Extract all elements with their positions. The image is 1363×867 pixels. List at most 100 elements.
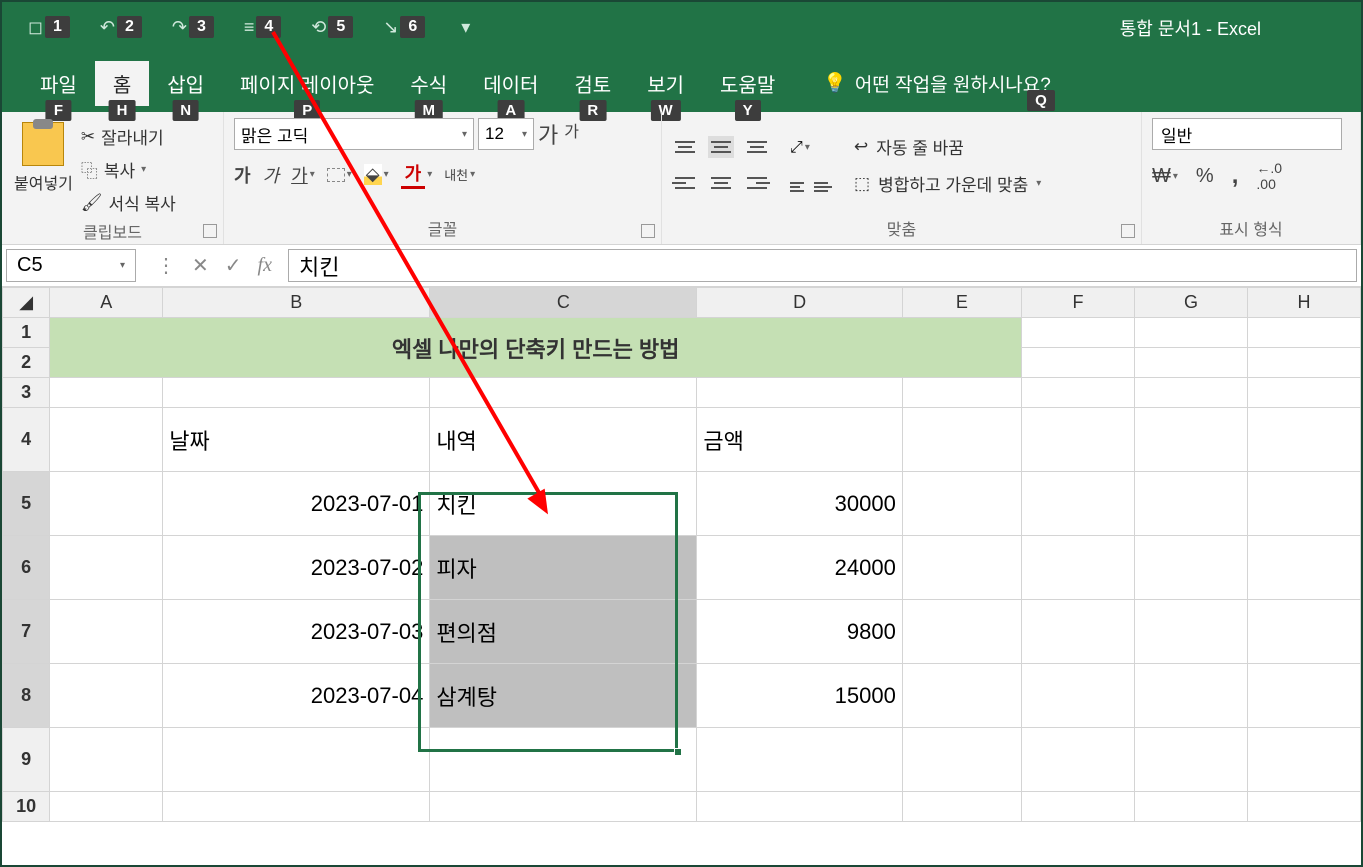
cell-b4[interactable]: 날짜 bbox=[163, 408, 430, 472]
font-name-select[interactable]: 맑은 고딕▾ bbox=[234, 118, 474, 150]
accounting-format-button[interactable]: ₩▾ bbox=[1152, 165, 1178, 188]
cell-b5[interactable]: 2023-07-01 bbox=[163, 472, 430, 536]
cell[interactable] bbox=[697, 792, 902, 822]
col-header-h[interactable]: H bbox=[1247, 288, 1360, 318]
bold-button[interactable]: 가 bbox=[234, 162, 251, 188]
cell-b6[interactable]: 2023-07-02 bbox=[163, 536, 430, 600]
align-middle-button[interactable] bbox=[708, 136, 734, 158]
cell[interactable] bbox=[902, 472, 1021, 536]
row-header-9[interactable]: 9 bbox=[3, 728, 50, 792]
cell[interactable] bbox=[902, 792, 1021, 822]
tab-formulas[interactable]: 수식M bbox=[392, 61, 465, 106]
font-color-button[interactable]: 가▾ bbox=[401, 160, 433, 189]
formula-dots-icon[interactable]: ⋮ bbox=[156, 253, 176, 278]
border-button[interactable]: ▾ bbox=[327, 168, 352, 182]
cell-b7[interactable]: 2023-07-03 bbox=[163, 600, 430, 664]
cell[interactable] bbox=[50, 792, 163, 822]
cell[interactable] bbox=[1134, 408, 1247, 472]
qat-item-3[interactable]: ↷3 bbox=[172, 16, 214, 38]
cell[interactable] bbox=[1134, 600, 1247, 664]
cell[interactable] bbox=[163, 792, 430, 822]
cell[interactable] bbox=[1134, 536, 1247, 600]
cell[interactable] bbox=[50, 728, 163, 792]
cell[interactable] bbox=[902, 408, 1021, 472]
cell-d5[interactable]: 30000 bbox=[697, 472, 902, 536]
paste-button[interactable]: 붙여넣기 bbox=[12, 118, 75, 194]
cell[interactable] bbox=[163, 378, 430, 408]
qat-item-2[interactable]: ↶2 bbox=[100, 16, 142, 38]
cell-b8[interactable]: 2023-07-04 bbox=[163, 664, 430, 728]
cell[interactable] bbox=[50, 600, 163, 664]
cell[interactable] bbox=[1021, 378, 1134, 408]
cancel-formula-button[interactable]: ✕ bbox=[192, 253, 209, 278]
cell[interactable] bbox=[1021, 728, 1134, 792]
underline-button[interactable]: 가▾ bbox=[291, 162, 315, 188]
cell-c6[interactable]: 피자 bbox=[430, 536, 697, 600]
align-dialog-launcher[interactable] bbox=[1121, 224, 1135, 238]
format-painter-button[interactable]: 🖌서식 복사 bbox=[81, 190, 176, 215]
cell[interactable] bbox=[1247, 318, 1360, 348]
cell-d8[interactable]: 15000 bbox=[697, 664, 902, 728]
cell[interactable] bbox=[1134, 472, 1247, 536]
col-header-c[interactable]: C bbox=[430, 288, 697, 318]
tab-review[interactable]: 검토R bbox=[556, 61, 629, 106]
row-header-1[interactable]: 1 bbox=[3, 318, 50, 348]
cell-c4[interactable]: 내역 bbox=[430, 408, 697, 472]
cell[interactable] bbox=[1247, 472, 1360, 536]
row-header-3[interactable]: 3 bbox=[3, 378, 50, 408]
phonetic-button[interactable]: 내천▾ bbox=[444, 165, 475, 184]
cell[interactable] bbox=[1021, 664, 1134, 728]
tab-home[interactable]: 홈H bbox=[95, 61, 149, 106]
cell[interactable] bbox=[50, 408, 163, 472]
wrap-text-button[interactable]: ↩자동 줄 바꿈 bbox=[854, 134, 1041, 159]
cell[interactable] bbox=[1134, 348, 1247, 378]
grow-font-button[interactable]: 가 bbox=[538, 118, 558, 150]
tell-me-search[interactable]: 💡 어떤 작업을 원하시나요? Q bbox=[823, 70, 1051, 97]
qat-item-4[interactable]: ≡4 bbox=[244, 16, 281, 38]
cell[interactable] bbox=[697, 728, 902, 792]
cell[interactable] bbox=[902, 664, 1021, 728]
cell[interactable] bbox=[1247, 664, 1360, 728]
cell-c8[interactable]: 삼계탕 bbox=[430, 664, 697, 728]
col-header-e[interactable]: E bbox=[902, 288, 1021, 318]
spreadsheet-grid[interactable]: ◢ A B C D E F G H 1 엑셀 나만의 단축키 만드는 방법 2 … bbox=[2, 287, 1361, 867]
qat-overflow-icon[interactable]: ▾ bbox=[461, 17, 470, 38]
cell[interactable] bbox=[50, 472, 163, 536]
row-header-5[interactable]: 5 bbox=[3, 472, 50, 536]
increase-indent-button[interactable] bbox=[814, 171, 832, 192]
qat-item-1[interactable]: ◻1 bbox=[28, 16, 70, 38]
cut-button[interactable]: ✂잘라내기 bbox=[81, 124, 176, 149]
cell[interactable] bbox=[1021, 600, 1134, 664]
cell-d6[interactable]: 24000 bbox=[697, 536, 902, 600]
cell[interactable] bbox=[430, 728, 697, 792]
cell-c7[interactable]: 편의점 bbox=[430, 600, 697, 664]
cell[interactable] bbox=[1134, 728, 1247, 792]
cell[interactable] bbox=[902, 600, 1021, 664]
formula-bar[interactable]: 치킨 bbox=[288, 249, 1357, 282]
cell[interactable] bbox=[697, 378, 902, 408]
col-header-g[interactable]: G bbox=[1134, 288, 1247, 318]
cell[interactable] bbox=[902, 728, 1021, 792]
cell[interactable] bbox=[1247, 536, 1360, 600]
fill-color-button[interactable]: ⬙▾ bbox=[364, 164, 389, 185]
accept-formula-button[interactable]: ✓ bbox=[225, 253, 242, 278]
cell[interactable] bbox=[1021, 472, 1134, 536]
cell[interactable] bbox=[1021, 348, 1134, 378]
cell[interactable] bbox=[50, 378, 163, 408]
cell[interactable] bbox=[1021, 318, 1134, 348]
select-all-corner[interactable]: ◢ bbox=[3, 288, 50, 318]
tab-file[interactable]: 파일F bbox=[22, 61, 95, 106]
align-center-button[interactable] bbox=[708, 172, 734, 194]
tab-data[interactable]: 데이터A bbox=[465, 61, 556, 106]
percent-button[interactable]: % bbox=[1196, 165, 1214, 188]
row-header-10[interactable]: 10 bbox=[3, 792, 50, 822]
cell-d4[interactable]: 금액 bbox=[697, 408, 902, 472]
title-cell[interactable]: 엑셀 나만의 단축키 만드는 방법 bbox=[50, 318, 1022, 378]
cell[interactable] bbox=[1134, 664, 1247, 728]
row-header-8[interactable]: 8 bbox=[3, 664, 50, 728]
cell[interactable] bbox=[1021, 792, 1134, 822]
fill-handle[interactable] bbox=[674, 748, 682, 756]
row-header-7[interactable]: 7 bbox=[3, 600, 50, 664]
qat-item-5[interactable]: ⟲5 bbox=[311, 16, 353, 38]
col-header-d[interactable]: D bbox=[697, 288, 902, 318]
